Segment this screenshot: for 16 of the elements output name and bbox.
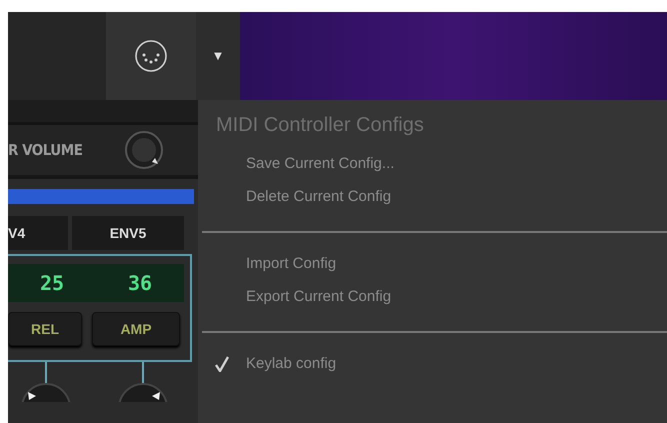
envelope-button[interactable]: AMP (92, 312, 180, 346)
menu-item[interactable]: Import Config (198, 247, 667, 280)
menu-item[interactable]: Save Current Config... (198, 147, 667, 180)
volume-label: R VOLUME (8, 141, 82, 159)
dropdown-button[interactable]: ▼ (196, 12, 240, 100)
menu-title: MIDI Controller Configs (215, 114, 425, 137)
envelope-button[interactable]: REL (8, 312, 82, 346)
midi-port-icon (134, 39, 168, 73)
menu-item[interactable]: Keylab config (198, 347, 667, 380)
envelope-tab[interactable]: V4 (8, 216, 68, 250)
menu-item[interactable]: Export Current Config (198, 280, 667, 313)
menu-item[interactable]: Delete Current Config (198, 180, 667, 213)
display-value: 36 (126, 271, 154, 295)
midi-button[interactable] (106, 12, 196, 100)
display-value: 25 (38, 271, 66, 295)
envelope-tab[interactable]: ENV5 (72, 216, 184, 250)
